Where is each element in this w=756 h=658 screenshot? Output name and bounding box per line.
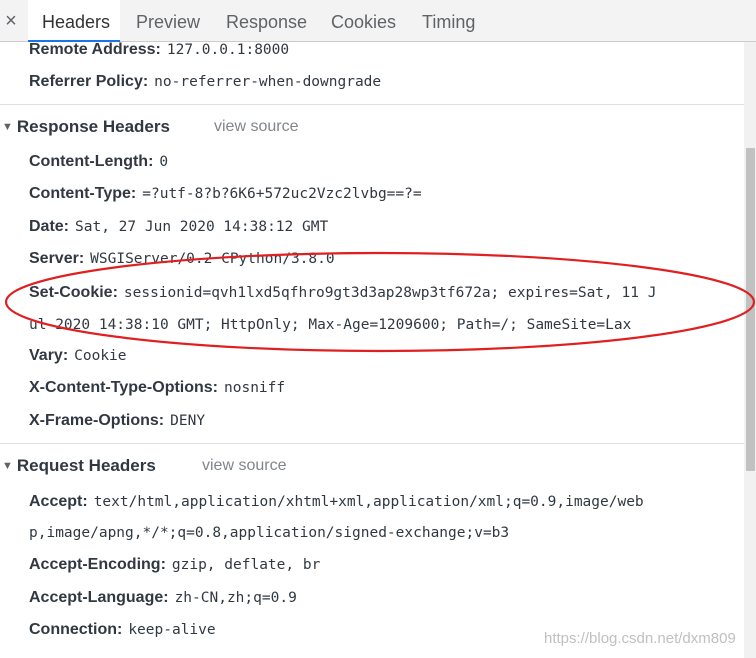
header-name: Vary: [29, 347, 69, 364]
devtools-tab-bar: × Headers Preview Response Cookies Timin… [0, 0, 756, 42]
header-name: Date: [29, 218, 70, 235]
response-header-row: Server: WSGIServer/0.2 CPython/3.8.0 [29, 249, 335, 269]
header-value: WSGIServer/0.2 CPython/3.8.0 [90, 251, 335, 267]
response-header-row: Content-Type: =?utf-8?b?6K6+572uc2Vzc2lvb… [29, 184, 422, 204]
request-header-row: Connection: keep-alive [29, 620, 216, 640]
scrollbar-thumb[interactable] [746, 148, 755, 471]
header-value: no-referrer-when-downgrade [154, 74, 382, 90]
vertical-scrollbar[interactable] [744, 42, 756, 658]
collapse-triangle-icon: ▼ [2, 121, 13, 133]
header-value: text/html,application/xhtml+xml,applicat… [93, 494, 644, 510]
response-header-row-set-cookie: Set-Cookie: sessionid=qvh1lxd5qfhro9gt3d3… [29, 283, 656, 303]
header-value: keep-alive [128, 622, 216, 638]
header-name: Set-Cookie: [29, 284, 118, 301]
header-value: Sat, 27 Jun 2020 14:38:12 GMT [75, 219, 329, 235]
tab-cookies[interactable]: Cookies [331, 0, 396, 42]
header-name: Accept-Language: [29, 589, 169, 606]
request-view-source-link[interactable]: view source [202, 456, 286, 476]
response-header-row: Content-Length: 0 [29, 152, 168, 172]
request-header-row: Accept: text/html,application/xhtml+xml,a… [29, 492, 644, 512]
request-header-row: Accept-Encoding: gzip, deflate, br [29, 555, 320, 575]
header-name: Content-Type: [29, 185, 137, 202]
tab-timing[interactable]: Timing [422, 0, 475, 42]
collapse-triangle-icon: ▼ [2, 460, 13, 472]
header-name: Accept-Encoding: [29, 556, 166, 573]
header-value-continuation: p,image/apng,*/*;q=0.8,application/signe… [29, 525, 510, 541]
header-value: sessionid=qvh1lxd5qfhro9gt3d3ap28wp3tf67… [123, 285, 657, 301]
header-value: DENY [170, 413, 206, 429]
header-name: Content-Length: [29, 153, 154, 170]
header-value: gzip, deflate, br [171, 557, 321, 573]
general-referrer-policy-row: Referrer Policy: no-referrer-when-downgra… [29, 72, 381, 92]
watermark: https://blog.csdn.net/dxm809 [544, 630, 736, 647]
header-value: 127.0.0.1:8000 [166, 42, 290, 58]
header-value: nosniff [224, 380, 286, 396]
request-header-row: Accept-Language: zh-CN,zh;q=0.9 [29, 588, 297, 608]
tab-preview[interactable]: Preview [136, 0, 200, 42]
header-name: X-Content-Type-Options: [29, 379, 219, 396]
section-divider [0, 104, 744, 105]
response-header-continuation: ul 2020 14:38:10 GMT; HttpOnly; Max-Age=… [29, 315, 631, 335]
section-divider [0, 443, 744, 444]
response-header-row: X-Frame-Options: DENY [29, 411, 205, 431]
response-header-row: Vary: Cookie [29, 346, 127, 366]
close-icon[interactable]: × [0, 8, 22, 34]
header-name: X-Frame-Options: [29, 412, 165, 429]
response-header-row: Date: Sat, 27 Jun 2020 14:38:12 GMT [29, 217, 328, 237]
header-name: Connection: [29, 621, 123, 638]
header-value: 0 [159, 154, 169, 170]
header-name: Accept: [29, 493, 88, 510]
header-value-continuation: ul 2020 14:38:10 GMT; HttpOnly; Max-Age=… [29, 317, 632, 333]
header-value: Cookie [74, 348, 127, 364]
general-remote-address-row: Remote Address: 127.0.0.1:8000 [29, 42, 289, 60]
header-name: Remote Address: [29, 42, 161, 58]
section-title: Request Headers [16, 456, 156, 475]
response-headers-section-title[interactable]: ▼ Response Headers view source [2, 117, 298, 139]
request-headers-section-title[interactable]: ▼ Request Headers view source [2, 456, 286, 478]
header-name: Referrer Policy: [29, 73, 149, 90]
section-title: Response Headers [16, 117, 170, 136]
tab-response[interactable]: Response [226, 0, 307, 42]
header-value: zh-CN,zh;q=0.9 [174, 590, 297, 606]
header-name: Server: [29, 250, 85, 267]
response-header-row: X-Content-Type-Options: nosniff [29, 378, 285, 398]
tab-headers[interactable]: Headers [28, 0, 120, 42]
request-header-continuation: p,image/apng,*/*;q=0.8,application/signe… [29, 523, 509, 543]
header-value: =?utf-8?b?6K6+572uc2Vzc2lvbg==?= [142, 186, 422, 202]
response-view-source-link[interactable]: view source [214, 117, 298, 137]
headers-panel: Remote Address: 127.0.0.1:8000 Referrer P… [0, 42, 744, 658]
